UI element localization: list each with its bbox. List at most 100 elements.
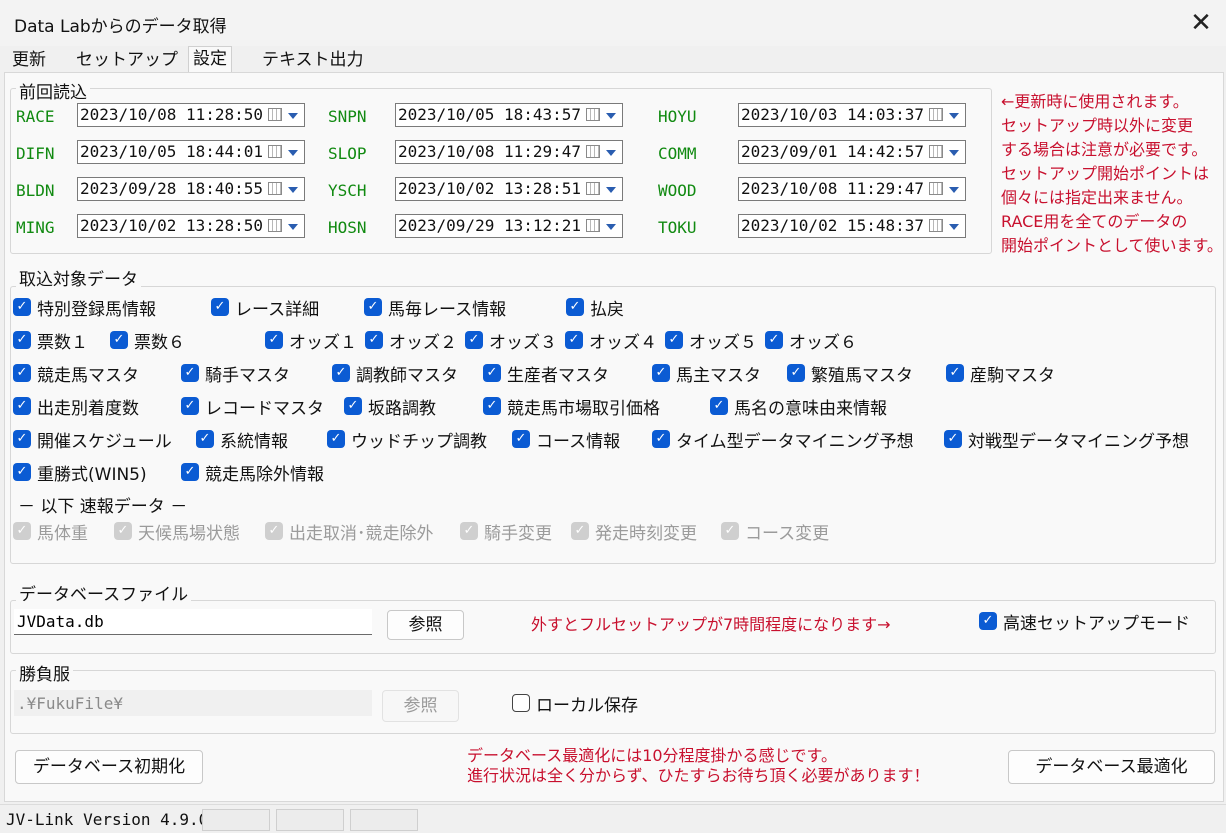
target-checkbox[interactable]: ✓ ウッドチップ調教 — [327, 427, 487, 452]
target-checkbox[interactable]: ✓ 馬名の意味由来情報 — [710, 394, 887, 419]
datetime-picker-ming[interactable]: 2023/10/02 13:28:50 — [77, 214, 305, 238]
code-label-difn: DIFN — [16, 144, 55, 163]
target-checkbox-label: オッズ１ — [289, 332, 357, 353]
database-browse-button[interactable]: 参照 — [387, 610, 464, 640]
datetime-value: 2023/10/05 18:44:01 — [80, 142, 264, 161]
target-checkbox[interactable]: ✓ タイム型データマイニング予想 — [652, 427, 914, 452]
checkmark-icon: ✓ — [652, 430, 670, 448]
chevron-down-icon[interactable] — [949, 113, 959, 119]
datetime-picker-race[interactable]: 2023/10/08 11:28:50 — [77, 103, 305, 127]
chevron-down-icon[interactable] — [606, 150, 616, 156]
chevron-down-icon[interactable] — [288, 187, 298, 193]
target-checkbox[interactable]: ✓ 繁殖馬マスタ — [787, 361, 913, 386]
code-label-ming: MING — [16, 218, 55, 237]
fast-setup-mode-checkbox[interactable]: ✓ 高速セットアップモード — [979, 609, 1190, 634]
calendar-icon[interactable] — [929, 145, 943, 158]
target-checkbox[interactable]: ✓ 坂路調教 — [344, 394, 436, 419]
target-checkbox-label: 坂路調教 — [368, 398, 436, 419]
target-checkbox[interactable]: ✓ 票数６ — [110, 328, 185, 353]
database-optimize-button[interactable]: データベース最適化 — [1008, 750, 1215, 784]
target-checkbox-label: 騎手マスタ — [205, 365, 290, 386]
calendar-icon[interactable] — [586, 108, 600, 121]
calendar-icon[interactable] — [268, 108, 282, 121]
target-checkbox-label: 出走別着度数 — [37, 398, 139, 419]
fast-mode-note: 外すとフルセットアップが7時間程度になります→ — [531, 615, 891, 634]
tab-setup[interactable]: セットアップ — [72, 48, 182, 72]
database-file-input[interactable] — [14, 609, 372, 635]
datetime-picker-ysch[interactable]: 2023/10/02 13:28:51 — [395, 177, 623, 201]
datetime-picker-difn[interactable]: 2023/10/05 18:44:01 — [77, 140, 305, 164]
target-checkbox[interactable]: ✓ 票数１ — [13, 328, 88, 353]
chevron-down-icon[interactable] — [949, 150, 959, 156]
target-checkbox[interactable]: ✓ 騎手マスタ — [181, 361, 290, 386]
target-checkbox[interactable]: ✓ 調教師マスタ — [332, 361, 458, 386]
chevron-down-icon[interactable] — [288, 150, 298, 156]
target-checkbox-label: 競走馬除外情報 — [205, 464, 324, 485]
calendar-icon[interactable] — [586, 145, 600, 158]
chevron-down-icon[interactable] — [288, 113, 298, 119]
datetime-picker-comm[interactable]: 2023/09/01 14:42:57 — [738, 140, 966, 164]
datetime-picker-wood[interactable]: 2023/10/08 11:29:47 — [738, 177, 966, 201]
target-checkbox-label: タイム型データマイニング予想 — [676, 431, 914, 452]
target-checkbox[interactable]: ✓ オッズ１ — [265, 328, 357, 353]
target-checkbox[interactable]: ✓ コース情報 — [512, 427, 620, 452]
target-checkbox[interactable]: ✓ 競走馬市場取引価格 — [483, 394, 660, 419]
tab-text-output[interactable]: テキスト出力 — [258, 48, 368, 72]
target-checkbox[interactable]: ✓ オッズ４ — [565, 328, 657, 353]
target-checkbox[interactable]: ✓ 払戻 — [566, 295, 624, 320]
flash-checkbox: ✓ 馬体重 — [13, 519, 88, 544]
target-checkbox[interactable]: ✓ オッズ２ — [365, 328, 457, 353]
target-checkbox[interactable]: ✓ レース詳細 — [211, 295, 319, 320]
chevron-down-icon[interactable] — [606, 113, 616, 119]
datetime-picker-bldn[interactable]: 2023/09/28 18:40:55 — [77, 177, 305, 201]
target-checkbox[interactable]: ✓ 生産者マスタ — [483, 361, 609, 386]
target-checkbox[interactable]: ✓ 重勝式(WIN5) — [13, 460, 147, 485]
tab-settings[interactable]: 設定 — [188, 46, 232, 73]
checkmark-icon: ✓ — [211, 298, 229, 316]
checkmark-icon: ✓ — [566, 298, 584, 316]
target-checkbox[interactable]: ✓ レコードマスタ — [181, 394, 324, 419]
calendar-icon[interactable] — [268, 182, 282, 195]
datetime-picker-hosn[interactable]: 2023/09/29 13:12:21 — [395, 214, 623, 238]
target-checkbox[interactable]: ✓ 系統情報 — [196, 427, 288, 452]
datetime-picker-toku[interactable]: 2023/10/02 15:48:37 — [738, 214, 966, 238]
calendar-icon[interactable] — [586, 219, 600, 232]
target-checkbox[interactable]: ✓ オッズ３ — [465, 328, 557, 353]
close-icon[interactable]: ✕ — [1186, 6, 1216, 40]
target-checkbox[interactable]: ✓ 開催スケジュール — [13, 427, 172, 452]
target-checkbox[interactable]: ✓ 競走馬除外情報 — [181, 460, 324, 485]
calendar-icon[interactable] — [929, 219, 943, 232]
target-checkbox[interactable]: ✓ 産駒マスタ — [946, 361, 1055, 386]
datetime-picker-snpn[interactable]: 2023/10/05 18:43:57 — [395, 103, 623, 127]
checkmark-icon: ✓ — [114, 522, 132, 540]
target-checkbox[interactable]: ✓ オッズ６ — [765, 328, 857, 353]
optimize-note: データベース最適化には10分程度掛かる感じです。 進行状況は全く分からず、ひたす… — [467, 746, 930, 786]
calendar-icon[interactable] — [586, 182, 600, 195]
tab-update[interactable]: 更新 — [8, 48, 50, 72]
database-init-button[interactable]: データベース初期化 — [15, 750, 203, 784]
silks-legend: 勝負服 — [16, 660, 73, 685]
calendar-icon[interactable] — [268, 145, 282, 158]
target-checkbox[interactable]: ✓ オッズ５ — [665, 328, 757, 353]
chevron-down-icon[interactable] — [288, 224, 298, 230]
datetime-picker-hoyu[interactable]: 2023/10/03 14:03:37 — [738, 103, 966, 127]
target-checkbox[interactable]: ✓ 特別登録馬情報 — [13, 295, 156, 320]
target-checkbox[interactable]: ✓ 馬主マスタ — [652, 361, 761, 386]
target-checkbox[interactable]: ✓ 競走馬マスタ — [13, 361, 139, 386]
calendar-icon[interactable] — [268, 219, 282, 232]
calendar-icon[interactable] — [929, 108, 943, 121]
chevron-down-icon[interactable] — [606, 224, 616, 230]
checkmark-icon: ✓ — [565, 331, 583, 349]
local-save-checkbox[interactable]: ローカル保存 — [512, 691, 638, 716]
chevron-down-icon[interactable] — [606, 187, 616, 193]
target-checkbox-label: 票数１ — [37, 332, 88, 353]
calendar-icon[interactable] — [929, 182, 943, 195]
chevron-down-icon[interactable] — [949, 187, 959, 193]
checkmark-icon: ✓ — [946, 364, 964, 382]
datetime-picker-slop[interactable]: 2023/10/08 11:29:47 — [395, 140, 623, 164]
target-checkbox[interactable]: ✓ 出走別着度数 — [13, 394, 139, 419]
chevron-down-icon[interactable] — [949, 224, 959, 230]
local-save-label: ローカル保存 — [536, 695, 638, 716]
target-checkbox[interactable]: ✓ 馬毎レース情報 — [364, 295, 506, 320]
target-checkbox[interactable]: ✓ 対戦型データマイニング予想 — [944, 427, 1189, 452]
